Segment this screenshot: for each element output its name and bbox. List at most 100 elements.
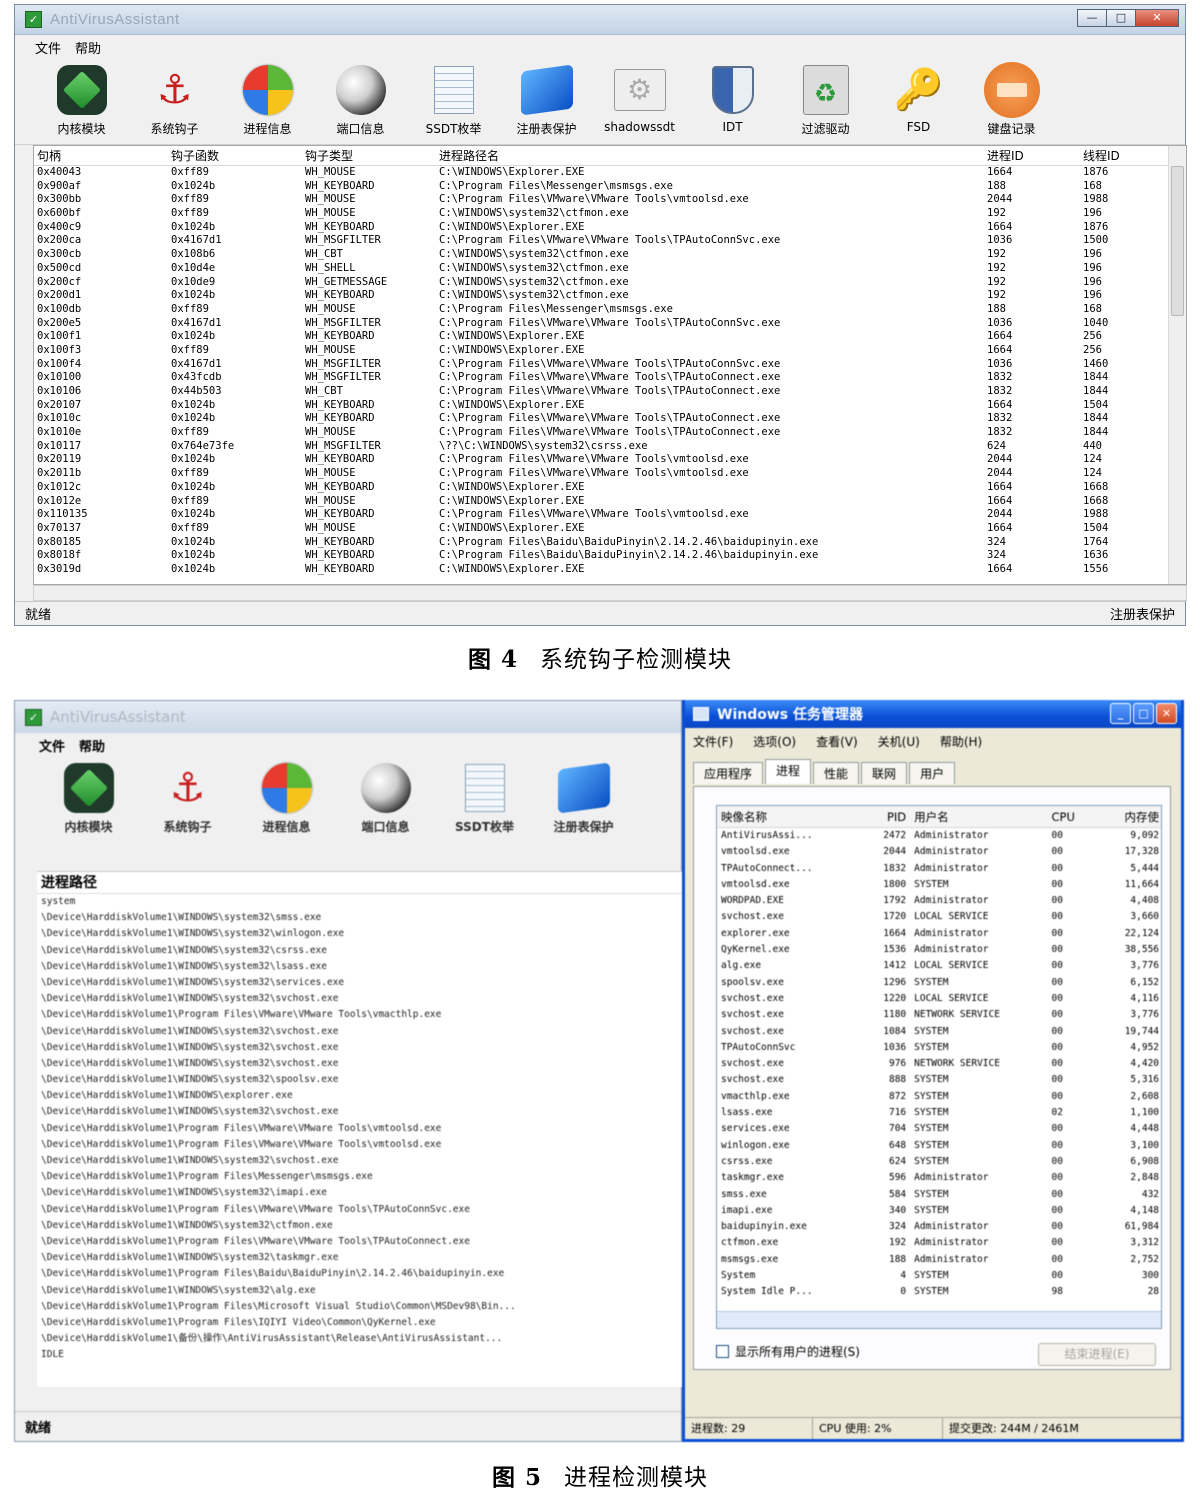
table-row[interactable]: svchost.exe 1180 NETWORK SERVICE 00 3,776 — [717, 1007, 1161, 1023]
menu-item[interactable]: 帮助(H) — [940, 733, 982, 750]
list-item[interactable]: \Device\HarddiskVolume1\WINDOWS\system32… — [37, 1024, 685, 1040]
table-row[interactable]: 0x20119 0x1024b WH_KEYBOARD C:\Program File… — [34, 453, 1186, 467]
list-item[interactable]: \Device\HarddiskVolume1\WINDOWS\system32… — [37, 975, 685, 991]
table-row[interactable]: 0x1010c 0x1024b WH_KEYBOARD C:\Program File… — [34, 412, 1186, 426]
scroll-thumb[interactable] — [1171, 166, 1184, 316]
table-row[interactable]: 0x1012e 0xff89 WH_MOUSE C:\WINDOWS\Explorer… — [34, 495, 1186, 509]
list-item[interactable]: \Device\HarddiskVolume1\WINDOWS\system32… — [37, 991, 685, 1007]
list-item[interactable]: \Device\HarddiskVolume1\WINDOWS\explorer… — [37, 1088, 685, 1104]
toolbar-button[interactable]: 内核模块 — [35, 59, 128, 144]
list-item[interactable]: \Device\HarddiskVolume1\WINDOWS\system32… — [37, 1104, 685, 1120]
list-item[interactable]: \Device\HarddiskVolume1\Program Files\VM… — [37, 1234, 685, 1250]
table-row[interactable]: svchost.exe 1220 LOCAL SERVICE 00 4,116 — [717, 991, 1161, 1007]
list-item[interactable]: \Device\HarddiskVolume1\Program Files\VM… — [37, 1121, 685, 1137]
table-row[interactable]: svchost.exe 1084 SYSTEM 00 19,744 — [717, 1024, 1161, 1040]
toolbar-button[interactable]: 进程信息 — [237, 757, 336, 857]
menu-item[interactable]: 关机(U) — [878, 733, 920, 750]
table-row[interactable]: 0x200cf 0x10de9 WH_GETMESSAGE C:\WINDOWS\sy… — [34, 276, 1186, 290]
list-item[interactable]: \Device\HarddiskVolume1\WINDOWS\system32… — [37, 959, 685, 975]
table-row[interactable]: QyKernel.exe 1536 Administrator 00 38,556 — [717, 942, 1161, 958]
table-row[interactable]: 0x80185 0x1024b WH_KEYBOARD C:\Program File… — [34, 536, 1186, 550]
table-row[interactable]: 0x40043 0xff89 WH_MOUSE C:\WINDOWS\Explorer… — [34, 166, 1186, 180]
close-button[interactable]: ✕ — [1156, 703, 1177, 724]
toolbar-button[interactable]: 端口信息 — [336, 757, 435, 857]
table-row[interactable]: svchost.exe 976 NETWORK SERVICE 00 4,420 — [717, 1056, 1161, 1072]
list-item[interactable]: \Device\HarddiskVolume1\WINDOWS\system32… — [37, 926, 685, 942]
list-item[interactable]: \Device\HarddiskVolume1\Program Files\Ba… — [37, 1266, 685, 1282]
vertical-scrollbar[interactable] — [1168, 146, 1186, 584]
table-row[interactable]: vmacthlp.exe 872 SYSTEM 00 2,608 — [717, 1089, 1161, 1105]
table-row[interactable]: smss.exe 584 SYSTEM 00 432 — [717, 1187, 1161, 1203]
maximize-button[interactable]: □ — [1106, 9, 1136, 27]
menu-file[interactable]: 文件 — [39, 736, 65, 755]
list-item[interactable]: \Device\HarddiskVolume1\WINDOWS\system32… — [37, 910, 685, 926]
column-header[interactable]: 用户名 — [910, 809, 1047, 825]
tab-3[interactable]: 联网 — [861, 762, 908, 784]
show-all-users-checkbox[interactable] — [716, 1345, 729, 1358]
table-row[interactable]: 0x300cb 0x108b6 WH_CBT C:\WINDOWS\system32\… — [34, 248, 1186, 262]
minimize-button[interactable]: _ — [1110, 703, 1131, 724]
table-row[interactable]: svchost.exe 888 SYSTEM 00 5,316 — [717, 1072, 1161, 1088]
list-item[interactable]: \Device\HarddiskVolume1\Program Files\VM… — [37, 1007, 685, 1023]
table-row[interactable]: 0x8018f 0x1024b WH_KEYBOARD C:\Program File… — [34, 549, 1186, 563]
toolbar-button[interactable]: 进程信息 — [221, 59, 314, 144]
table-row[interactable]: vmtoolsd.exe 1800 SYSTEM 00 11,664 — [717, 877, 1161, 893]
toolbar-button[interactable]: ⚓ 系统钩子 — [138, 757, 237, 857]
table-row[interactable]: TPAutoConnect... 1832 Administrator 00 5,444 — [717, 861, 1161, 877]
list-item[interactable]: \Device\HarddiskVolume1\WINDOWS\system32… — [37, 1153, 685, 1169]
tab-0[interactable]: 应用程序 — [693, 762, 764, 784]
list-item[interactable]: \Device\HarddiskVolume1\Program Files\Mi… — [37, 1299, 685, 1315]
toolbar-button[interactable]: 🔑 FSD — [872, 59, 965, 144]
list-item[interactable]: \Device\HarddiskVolume1\Program Files\Me… — [37, 1169, 685, 1185]
toolbar-button[interactable]: 注册表保护 — [534, 757, 633, 857]
tab-2[interactable]: 性能 — [813, 762, 860, 784]
table-row[interactable]: spoolsv.exe 1296 SYSTEM 00 6,152 — [717, 975, 1161, 991]
table-row[interactable]: 0x300bb 0xff89 WH_MOUSE C:\Program Files\VM… — [34, 193, 1186, 207]
close-button[interactable]: ✕ — [1135, 9, 1179, 27]
toolbar-button[interactable]: 键盘记录 — [965, 59, 1058, 144]
list-item[interactable]: \Device\HarddiskVolume1\WINDOWS\system32… — [37, 943, 685, 959]
column-header[interactable]: 进程ID — [984, 147, 1080, 164]
list-item[interactable]: \Device\HarddiskVolume1\Program Files\IQ… — [37, 1315, 685, 1331]
toolbar-button[interactable]: IDT — [686, 59, 779, 144]
table-row[interactable]: vmtoolsd.exe 2044 Administrator 00 17,328 — [717, 844, 1161, 860]
tab-1[interactable]: 进程 — [765, 759, 812, 784]
table-row[interactable]: 0x200ca 0x4167d1 WH_MSGFILTER C:\Program Fi… — [34, 234, 1186, 248]
table-row[interactable]: lsass.exe 716 SYSTEM 02 1,100 — [717, 1105, 1161, 1121]
process-hscrollbar[interactable] — [717, 1311, 1161, 1328]
table-row[interactable]: 0x200e5 0x4167d1 WH_MSGFILTER C:\Program Fi… — [34, 317, 1186, 331]
minimize-button[interactable]: — — [1077, 9, 1107, 27]
toolbar-button[interactable]: SSDT枚举 — [435, 757, 534, 857]
list-item[interactable]: system — [37, 894, 685, 910]
toolbar-button[interactable]: 端口信息 — [314, 59, 407, 144]
table-row[interactable]: 0x20107 0x1024b WH_KEYBOARD C:\WINDOWS\Expl… — [34, 399, 1186, 413]
table-row[interactable]: TPAutoConnSvc 1036 SYSTEM 00 4,952 — [717, 1040, 1161, 1056]
horizontal-scrollbar[interactable] — [33, 585, 1187, 601]
table-row[interactable]: AntiVirusAssi... 2472 Administrator 00 9,092 — [717, 828, 1161, 844]
column-header[interactable]: 线程ID — [1080, 147, 1154, 164]
table-row[interactable]: 0x100f4 0x4167d1 WH_MSGFILTER C:\Program Fi… — [34, 358, 1186, 372]
table-row[interactable]: services.exe 704 SYSTEM 00 4,448 — [717, 1121, 1161, 1137]
table-row[interactable]: svchost.exe 1720 LOCAL SERVICE 00 3,660 — [717, 909, 1161, 925]
list-item[interactable]: \Device\HarddiskVolume1\WINDOWS\system32… — [37, 1218, 685, 1234]
list-item[interactable]: \Device\HarddiskVolume1\WINDOWS\system32… — [37, 1283, 685, 1299]
table-row[interactable]: 0x110135 0x1024b WH_KEYBOARD C:\Program Fil… — [34, 508, 1186, 522]
table-row[interactable]: WORDPAD.EXE 1792 Administrator 00 4,408 — [717, 893, 1161, 909]
maximize-button[interactable]: □ — [1133, 703, 1154, 724]
menu-item[interactable]: 查看(V) — [816, 733, 858, 750]
list-item[interactable]: \Device\HarddiskVolume1\备份\操作\AntiVirusA… — [37, 1331, 685, 1347]
list-item[interactable]: \Device\HarddiskVolume1\Program Files\VM… — [37, 1137, 685, 1153]
table-row[interactable]: alg.exe 1412 LOCAL SERVICE 00 3,776 — [717, 958, 1161, 974]
table-row[interactable]: csrss.exe 624 SYSTEM 00 6,908 — [717, 1154, 1161, 1170]
table-row[interactable]: winlogon.exe 648 SYSTEM 00 3,100 — [717, 1138, 1161, 1154]
menu-help[interactable]: 帮助 — [79, 736, 105, 755]
show-all-users[interactable]: 显示所有用户的进程(S) — [716, 1343, 860, 1360]
table-row[interactable]: 0x3019d 0x1024b WH_KEYBOARD C:\WINDOWS\Expl… — [34, 563, 1186, 577]
table-row[interactable]: 0x900af 0x1024b WH_KEYBOARD C:\Program File… — [34, 180, 1186, 194]
toolbar-button[interactable]: 内核模块 — [39, 757, 138, 857]
list-item[interactable]: \Device\HarddiskVolume1\WINDOWS\system32… — [37, 1250, 685, 1266]
list-item[interactable]: \Device\HarddiskVolume1\WINDOWS\system32… — [37, 1185, 685, 1201]
column-header[interactable]: CPU — [1048, 810, 1096, 824]
table-row[interactable]: 0x70137 0xff89 WH_MOUSE C:\WINDOWS\Explorer… — [34, 522, 1186, 536]
toolbar-button[interactable]: ⚓ 系统钩子 — [128, 59, 221, 144]
